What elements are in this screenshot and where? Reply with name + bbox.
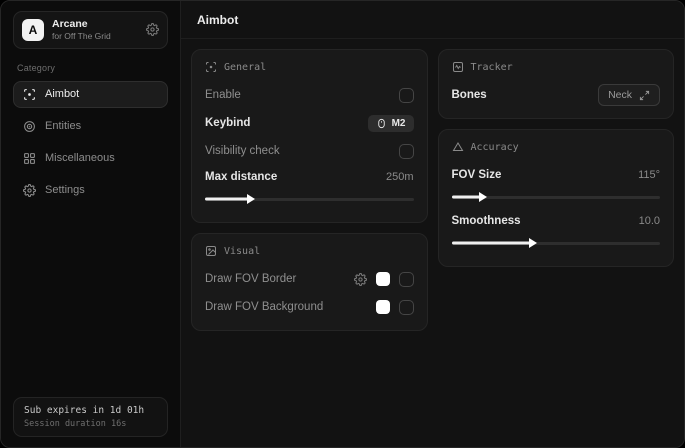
panel-title: Visual bbox=[224, 246, 260, 257]
panel-accuracy: Accuracy FOV Size 115° bbox=[438, 129, 675, 267]
sidebar-item-miscellaneous[interactable]: Miscellaneous bbox=[13, 145, 168, 172]
app-window: A Arcane for Off The Grid Category Aimbo… bbox=[0, 0, 685, 448]
row-visibility-check: Visibility check bbox=[205, 139, 414, 163]
sidebar-item-label: Settings bbox=[45, 184, 85, 196]
sub-expires-text: Sub expires in 1d 01h bbox=[24, 405, 157, 416]
sidebar-item-label: Miscellaneous bbox=[45, 152, 115, 164]
draw-fov-border-label: Draw FOV Border bbox=[205, 273, 296, 285]
sidebar-item-settings[interactable]: Settings bbox=[13, 177, 168, 204]
triangle-icon bbox=[452, 141, 464, 153]
panel-title: Accuracy bbox=[471, 142, 519, 153]
max-distance-slider[interactable] bbox=[205, 193, 414, 205]
fov-size-slider[interactable] bbox=[452, 191, 661, 203]
activity-icon bbox=[452, 61, 464, 73]
row-smoothness: Smoothness 10.0 bbox=[452, 209, 661, 249]
visibility-check-label: Visibility check bbox=[205, 145, 280, 157]
keybind-button[interactable]: M2 bbox=[368, 115, 414, 132]
max-distance-label: Max distance bbox=[205, 171, 277, 183]
grid-icon bbox=[23, 152, 36, 165]
smoothness-value: 10.0 bbox=[639, 215, 660, 227]
fov-border-checkbox[interactable] bbox=[399, 272, 414, 287]
slider-thumb[interactable] bbox=[529, 238, 537, 248]
sidebar-item-label: Entities bbox=[45, 120, 81, 132]
fov-background-checkbox[interactable] bbox=[399, 300, 414, 315]
radar-icon bbox=[23, 120, 36, 133]
app-logo: A bbox=[22, 19, 44, 41]
gear-icon bbox=[23, 184, 36, 197]
panel-visual: Visual Draw FOV Border Draw bbox=[191, 233, 428, 331]
main-header: Aimbot bbox=[181, 1, 684, 39]
bones-label: Bones bbox=[452, 89, 487, 101]
expand-icon bbox=[639, 90, 650, 101]
slider-thumb[interactable] bbox=[247, 194, 255, 204]
app-title: Arcane bbox=[52, 18, 138, 31]
bones-value: Neck bbox=[608, 89, 632, 101]
subscription-card: Sub expires in 1d 01h Session duration 1… bbox=[13, 397, 168, 437]
smoothness-label: Smoothness bbox=[452, 215, 521, 227]
settings-gear-icon[interactable] bbox=[146, 23, 159, 36]
panel-title: General bbox=[224, 62, 266, 73]
main-area: Aimbot General Enable bbox=[181, 1, 684, 447]
session-duration-text: Session duration 16s bbox=[24, 419, 157, 429]
logo-card: A Arcane for Off The Grid bbox=[13, 11, 168, 49]
max-distance-value: 250m bbox=[386, 171, 414, 183]
sidebar-item-aimbot[interactable]: Aimbot bbox=[13, 81, 168, 108]
row-enable: Enable bbox=[205, 83, 414, 107]
row-max-distance: Max distance 250m bbox=[205, 165, 414, 205]
fov-border-color-swatch[interactable] bbox=[376, 272, 390, 286]
sidebar-item-label: Aimbot bbox=[45, 88, 79, 100]
keybind-label: Keybind bbox=[205, 117, 250, 129]
fov-size-label: FOV Size bbox=[452, 169, 502, 181]
panel-general: General Enable Keybind M2 bbox=[191, 49, 428, 223]
row-draw-fov-background: Draw FOV Background bbox=[205, 295, 414, 319]
fov-border-gear-icon[interactable] bbox=[354, 273, 367, 286]
visibility-check-checkbox[interactable] bbox=[399, 144, 414, 159]
panel-title: Tracker bbox=[471, 62, 513, 73]
row-draw-fov-border: Draw FOV Border bbox=[205, 267, 414, 291]
slider-thumb[interactable] bbox=[479, 192, 487, 202]
app-subtitle: for Off The Grid bbox=[52, 31, 138, 42]
bones-select[interactable]: Neck bbox=[598, 84, 660, 106]
row-bones: Bones Neck bbox=[452, 83, 661, 107]
content: General Enable Keybind M2 bbox=[181, 39, 684, 341]
enable-label: Enable bbox=[205, 89, 241, 101]
row-fov-size: FOV Size 115° bbox=[452, 163, 661, 203]
sidebar-item-entities[interactable]: Entities bbox=[13, 113, 168, 140]
left-column: General Enable Keybind M2 bbox=[191, 49, 428, 331]
mouse-icon bbox=[376, 118, 387, 129]
crosshair-icon bbox=[23, 88, 36, 101]
fov-size-value: 115° bbox=[638, 169, 660, 181]
smoothness-slider[interactable] bbox=[452, 237, 661, 249]
enable-checkbox[interactable] bbox=[399, 88, 414, 103]
page-title: Aimbot bbox=[197, 13, 238, 27]
sidebar: A Arcane for Off The Grid Category Aimbo… bbox=[1, 1, 181, 447]
keybind-value: M2 bbox=[392, 118, 406, 129]
image-icon bbox=[205, 245, 217, 257]
draw-fov-background-label: Draw FOV Background bbox=[205, 301, 323, 313]
crosshair-icon bbox=[205, 61, 217, 73]
fov-background-color-swatch[interactable] bbox=[376, 300, 390, 314]
right-column: Tracker Bones Neck bbox=[438, 49, 675, 267]
row-keybind: Keybind M2 bbox=[205, 111, 414, 135]
panel-tracker: Tracker Bones Neck bbox=[438, 49, 675, 119]
category-label: Category bbox=[17, 63, 164, 73]
